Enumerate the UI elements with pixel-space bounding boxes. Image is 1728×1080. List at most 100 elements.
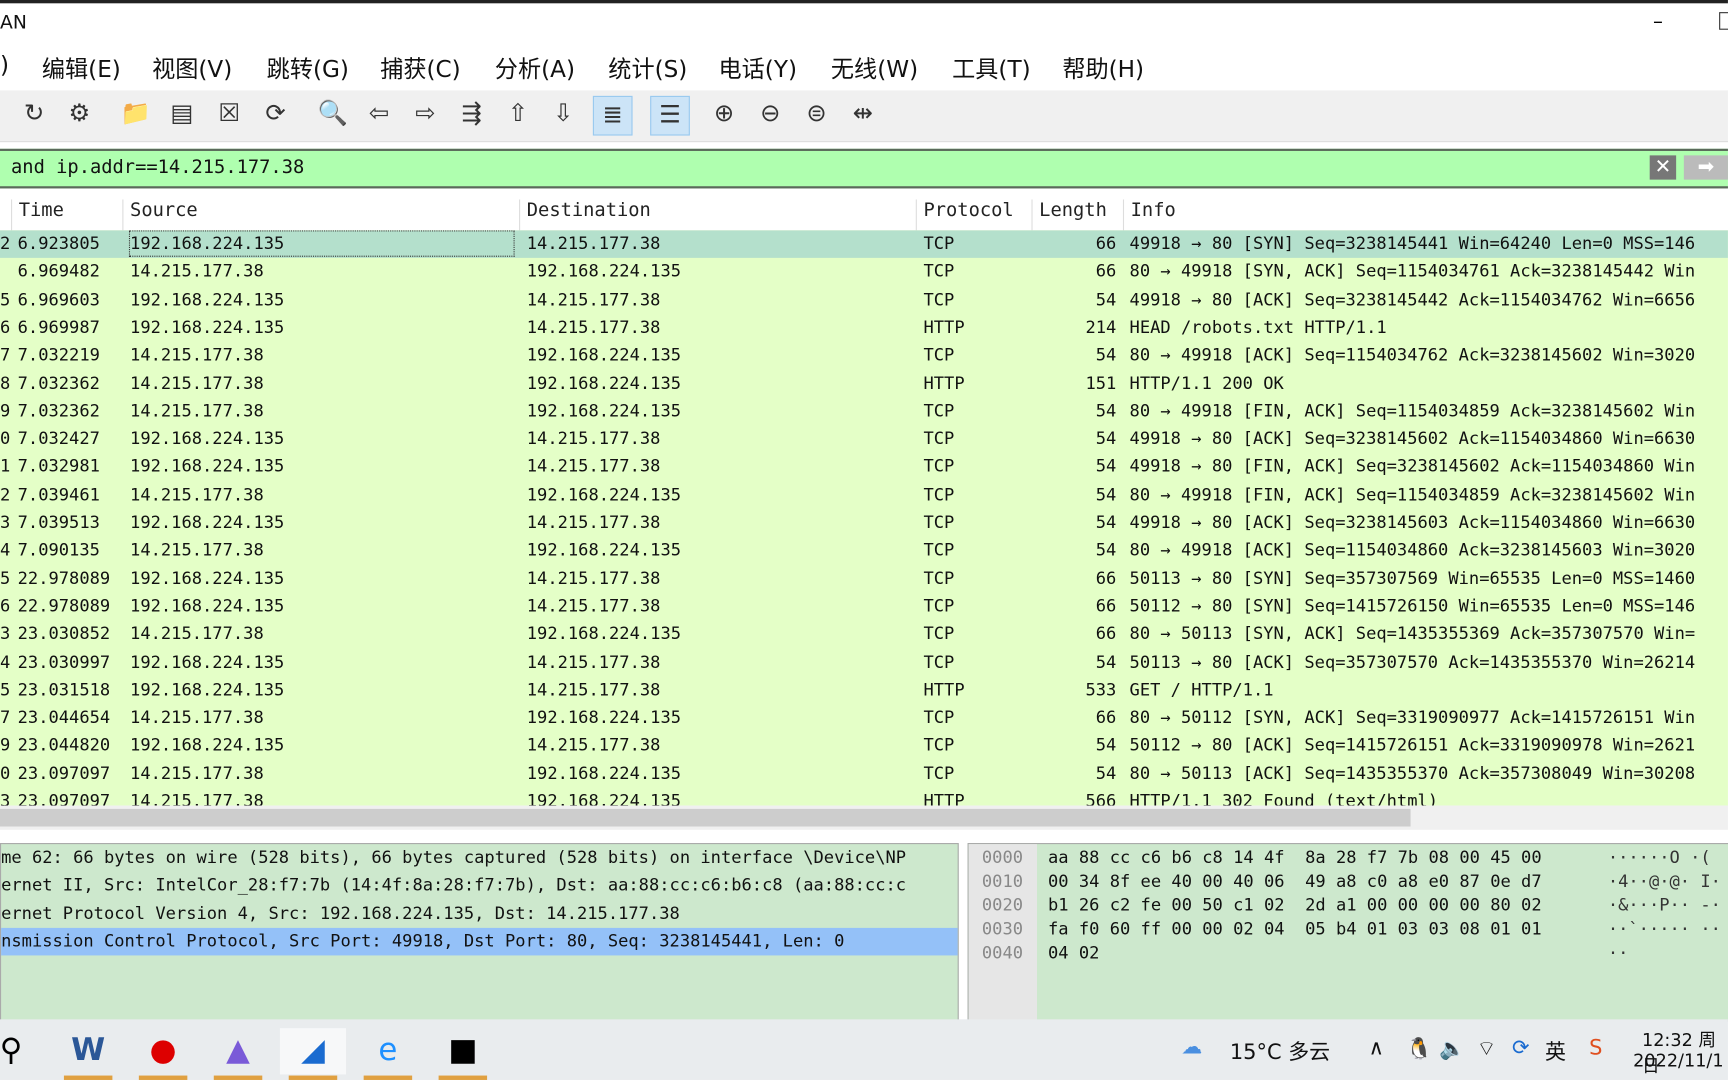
go-last-icon[interactable]: ⇩: [544, 96, 581, 133]
weather-text[interactable]: 15°C 多云: [1230, 1036, 1330, 1066]
resize-columns-icon[interactable]: ⇹: [844, 96, 881, 133]
maximize-button[interactable]: [1719, 12, 1728, 30]
packet-row[interactable]: 4 7.090135 14.215.177.38 192.168.224.135 TCP…: [0, 537, 1728, 565]
apply-filter-arrow-icon[interactable]: ➡: [1683, 155, 1728, 180]
packet-row[interactable]: 2 6.923805 192.168.224.135 14.215.177.38 TCP…: [0, 230, 1728, 259]
zoom-normal-icon[interactable]: ⊜: [798, 96, 835, 133]
scrollbar-thumb[interactable]: [0, 808, 1411, 827]
horizontal-scrollbar[interactable]: [0, 805, 1728, 830]
hex-bytes[interactable]: fa f0 60 ff 00 00 02 04 05 b4 01 03 03 0…: [1048, 919, 1542, 939]
zoom-out-icon[interactable]: ⊖: [752, 96, 789, 133]
menu-item[interactable]: 电话(Y): [719, 52, 797, 85]
column-header-destination[interactable]: Destination: [519, 199, 651, 233]
packet-row[interactable]: 3 7.039513 192.168.224.135 14.215.177.38 TCP…: [0, 509, 1728, 537]
restart-capture-icon[interactable]: ↻: [15, 96, 52, 133]
minimize-button[interactable]: –: [1653, 10, 1663, 33]
column-header-info[interactable]: Info: [1122, 199, 1176, 233]
weather-icon[interactable]: ☁: [1181, 1035, 1202, 1059]
hex-bytes[interactable]: 00 34 8f ee 40 00 40 06 49 a8 c0 a8 e0 8…: [1048, 871, 1542, 891]
packet-row[interactable]: 9 7.032362 14.215.177.38 192.168.224.135 TCP…: [0, 398, 1728, 426]
go-forward-icon[interactable]: ⇨: [407, 96, 444, 133]
reload-file-icon[interactable]: ⟳: [257, 96, 294, 133]
wireshark-app-icon[interactable]: ◢: [279, 1028, 347, 1080]
packet-row[interactable]: 1 7.032981 192.168.224.135 14.215.177.38 TCP…: [0, 453, 1728, 481]
ascii-bytes[interactable]: ·4··@·@· I·: [1608, 871, 1721, 891]
close-file-icon[interactable]: ☒: [210, 96, 247, 133]
hex-bytes[interactable]: aa 88 cc c6 b6 c8 14 4f 8a 28 f7 7b 08 0…: [1048, 847, 1542, 867]
menu-item[interactable]: 分析(A): [495, 52, 575, 85]
packet-row[interactable]: 9 23.044820 192.168.224.135 14.215.177.38 TC…: [0, 732, 1728, 760]
column-header-protocol[interactable]: Protocol: [915, 199, 1014, 233]
sogou-icon[interactable]: S: [1589, 1036, 1602, 1060]
clear-filter-icon[interactable]: ✕: [1649, 155, 1677, 180]
zoom-in-icon[interactable]: ⊕: [705, 96, 742, 133]
menu-item[interactable]: 跳转(G): [267, 52, 349, 85]
packet-row[interactable]: 6 22.978089 192.168.224.135 14.215.177.38 TC…: [0, 593, 1728, 621]
hex-bytes[interactable]: b1 26 c2 fe 00 50 c1 02 2d a1 00 00 00 0…: [1048, 895, 1542, 915]
recorder-app-icon[interactable]: ●: [130, 1028, 196, 1080]
open-file-icon[interactable]: 📁: [117, 96, 154, 133]
column-header-time[interactable]: Time: [11, 199, 64, 233]
packet-destination: 14.215.177.38: [526, 651, 661, 672]
go-back-icon[interactable]: ⇦: [360, 96, 397, 133]
display-filter-input[interactable]: and ip.addr==14.215.177.38: [11, 156, 304, 178]
photos-app-icon[interactable]: ▲: [205, 1028, 271, 1080]
search-icon[interactable]: ⚲: [0, 1028, 44, 1074]
packet-row[interactable]: 7 23.044654 14.215.177.38 192.168.224.135 TC…: [0, 704, 1728, 732]
detail-tree-item[interactable]: nsmission Control Protocol, Src Port: 49…: [1, 927, 958, 956]
ascii-bytes[interactable]: ·&···P·· -·: [1608, 895, 1721, 915]
terminal-app-icon[interactable]: ■: [430, 1028, 496, 1080]
packet-row[interactable]: 2 7.039461 14.215.177.38 192.168.224.135 TCP…: [0, 481, 1728, 509]
ascii-bytes[interactable]: ··`····· ··: [1608, 919, 1721, 939]
packet-row[interactable]: 5 6.969603 192.168.224.135 14.215.177.38 TCP…: [0, 286, 1728, 314]
ascii-bytes[interactable]: ··: [1608, 943, 1629, 963]
auto-scroll-icon[interactable]: ≣: [592, 95, 633, 136]
hex-bytes[interactable]: 04 02: [1048, 943, 1099, 963]
colorize-icon[interactable]: ☰: [650, 95, 690, 136]
volume-icon[interactable]: 🔈: [1439, 1036, 1465, 1061]
column-header-length[interactable]: Length: [1031, 199, 1107, 233]
packet-row[interactable]: 6 6.969987 192.168.224.135 14.215.177.38 HTT…: [0, 314, 1728, 342]
wifi-icon[interactable]: ⌔: [1477, 1036, 1497, 1062]
detail-tree-item[interactable]: me 62: 66 bytes on wire (528 bits), 66 b…: [1, 844, 958, 872]
menu-item[interactable]: 工具(T): [952, 52, 1030, 85]
packet-row[interactable]: 3 23.030852 14.215.177.38 192.168.224.135 TC…: [0, 621, 1728, 649]
capture-options-icon[interactable]: ⚙: [61, 96, 98, 133]
ie-app-icon[interactable]: e: [355, 1028, 421, 1080]
clock-date[interactable]: 2022/11/1: [1633, 1050, 1723, 1071]
column-header-source[interactable]: Source: [122, 199, 198, 233]
ascii-bytes[interactable]: ······O ·(: [1608, 847, 1711, 867]
packet-row[interactable]: 3 23.097097 14.215.177.38 192.168.224.135 HT…: [0, 788, 1728, 806]
file-set-icon[interactable]: ▤: [163, 96, 200, 133]
packet-source: 192.168.224.135: [130, 456, 285, 477]
menu-item[interactable]: 统计(S): [608, 52, 687, 85]
packet-source: 14.215.177.38: [130, 791, 264, 806]
sync-icon[interactable]: ⟳: [1512, 1036, 1530, 1060]
menu-item[interactable]: 帮助(H): [1062, 52, 1144, 85]
packet-row[interactable]: 0 7.032427 192.168.224.135 14.215.177.38 TCP…: [0, 425, 1728, 453]
packet-row[interactable]: 5 23.031518 192.168.224.135 14.215.177.38 HT…: [0, 676, 1728, 704]
menu-item[interactable]: 捕获(C): [380, 52, 461, 85]
packet-row[interactable]: 7 7.032219 14.215.177.38 192.168.224.135 TCP…: [0, 342, 1728, 370]
packet-time: 23.097097: [17, 763, 111, 784]
packet-destination: 14.215.177.38: [526, 596, 661, 616]
go-to-packet-icon[interactable]: ⇶: [453, 96, 490, 133]
word-app-icon[interactable]: W: [55, 1028, 121, 1080]
packet-row[interactable]: 8 7.032362 14.215.177.38 192.168.224.135 HTT…: [0, 370, 1728, 398]
packet-row[interactable]: 5 22.978089 192.168.224.135 14.215.177.38 TC…: [0, 565, 1728, 593]
menu-item[interactable]: 视图(V): [152, 52, 232, 85]
menu-file-partial[interactable]: ): [0, 52, 9, 78]
packet-time: 7.039461: [17, 484, 100, 505]
detail-tree-item[interactable]: ernet II, Src: IntelCor_28:f7:7b (14:4f:…: [1, 872, 958, 900]
menu-item[interactable]: 编辑(E): [42, 52, 121, 85]
qq-icon[interactable]: 🐧: [1406, 1036, 1432, 1061]
find-packet-icon[interactable]: 🔍: [314, 96, 351, 133]
packet-row[interactable]: 4 23.030997 192.168.224.135 14.215.177.38 TC…: [0, 649, 1728, 677]
packet-row[interactable]: 0 23.097097 14.215.177.38 192.168.224.135 TC…: [0, 760, 1728, 788]
packet-row[interactable]: 6.969482 14.215.177.38 192.168.224.135 TCP 6…: [0, 258, 1728, 286]
menu-item[interactable]: 无线(W): [831, 52, 918, 85]
detail-tree-item[interactable]: ernet Protocol Version 4, Src: 192.168.2…: [1, 900, 958, 928]
go-first-icon[interactable]: ⇧: [499, 96, 536, 133]
tray-expand-icon[interactable]: ∧: [1369, 1036, 1384, 1060]
ime-indicator[interactable]: 英: [1545, 1036, 1566, 1066]
